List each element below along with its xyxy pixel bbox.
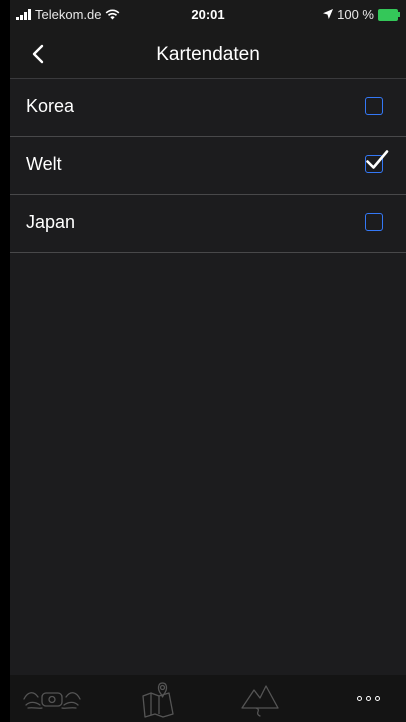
checkbox-japan[interactable] [365, 213, 383, 231]
status-bar: Telekom.de 20:01 100 % [10, 0, 406, 30]
checkbox-korea[interactable] [365, 97, 383, 115]
navigation-bar: Kartendaten [10, 30, 406, 79]
tab-routes[interactable] [220, 675, 300, 722]
list-item-japan[interactable]: Japan [10, 195, 406, 253]
status-right: 100 % [323, 7, 400, 22]
checkmark-icon [366, 150, 389, 169]
location-arrow-icon [323, 7, 334, 22]
battery-percent: 100 % [337, 7, 374, 22]
tab-bar [10, 675, 406, 722]
list-item-label: Korea [26, 96, 75, 116]
battery-icon [378, 9, 400, 21]
tab-map[interactable] [117, 675, 197, 722]
app-screen: Telekom.de 20:01 100 % Kartendaten Korea… [10, 0, 406, 722]
map-pin-icon [142, 681, 174, 718]
tab-motorcycle[interactable] [12, 675, 92, 722]
map-data-list: Korea Welt Japan [10, 79, 406, 253]
motorcycle-icon [23, 691, 81, 709]
page-title: Kartendaten [156, 44, 260, 65]
list-item-label: Welt [26, 154, 62, 174]
mountain-route-icon [241, 684, 279, 717]
more-icon [356, 696, 380, 701]
tab-more[interactable] [328, 675, 406, 722]
list-item-label: Japan [26, 212, 76, 232]
list-item-korea[interactable]: Korea [10, 79, 406, 137]
list-item-welt[interactable]: Welt [10, 137, 406, 195]
checkbox-welt[interactable] [365, 150, 389, 173]
